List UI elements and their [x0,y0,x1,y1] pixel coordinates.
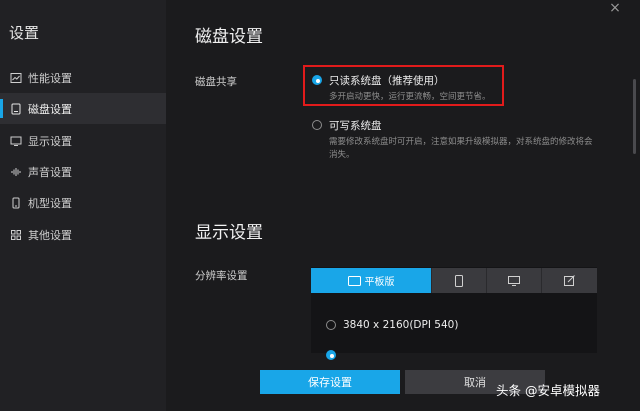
sidebar-item-other[interactable]: 其他设置 [0,219,166,250]
sidebar-item-disk[interactable]: 磁盘设置 [0,93,166,124]
resolution-radio-selected[interactable] [326,350,336,360]
sidebar-item-display[interactable]: 显示设置 [0,125,166,156]
phone-portrait-icon [455,274,463,287]
resolution-label: 分辨率设置 [195,270,248,282]
grid-icon [10,229,22,241]
sound-icon [10,166,22,178]
sidebar-item-label: 磁盘设置 [28,102,72,116]
tab-tablet[interactable]: 平板版 [311,268,432,293]
tab-phone[interactable] [432,268,487,293]
monitor-icon [508,275,520,286]
close-icon[interactable]: × [604,0,626,18]
sidebar-item-label: 机型设置 [28,196,72,210]
disk-icon [10,103,22,115]
resolution-option-label[interactable]: 3840 x 2160(DPI 540) [343,319,458,331]
sidebar-item-device[interactable]: 机型设置 [0,187,166,218]
tab-monitor[interactable] [487,268,542,293]
sidebar-item-performance[interactable]: 性能设置 [0,62,166,93]
disk-share-label: 磁盘共享 [195,76,237,88]
performance-icon [10,72,22,84]
phone-icon [10,197,22,209]
sidebar-item-label: 性能设置 [28,71,72,85]
writable-disk-radio[interactable] [312,120,322,130]
sidebar: 设置 性能设置 磁盘设置 显示设置 声音设置 机型设置 其他设置 [0,0,166,411]
writable-disk-desc-line2: 消失。 [329,150,355,160]
disk-section-title: 磁盘设置 [195,27,263,47]
scrollbar-thumb[interactable] [633,79,636,154]
sidebar-item-label: 其他设置 [28,228,72,242]
sidebar-item-label: 声音设置 [28,165,72,179]
sidebar-title: 设置 [9,24,40,42]
writable-disk-desc-line1: 需要修改系统盘时可开启，注意如果升级模拟器，对系统盘的修改将会 [329,137,593,147]
resolution-radio[interactable] [326,320,336,330]
tab-custom[interactable] [542,268,597,293]
save-button[interactable]: 保存设置 [260,370,400,394]
display-icon [10,135,22,147]
sidebar-item-label: 显示设置 [28,134,72,148]
tab-tablet-label: 平板版 [364,277,395,288]
highlight-box [303,65,504,106]
writable-disk-label[interactable]: 可写系统盘 [329,118,382,133]
scrollbar-track[interactable] [633,0,636,411]
edit-icon [564,275,575,286]
display-section-title: 显示设置 [195,223,263,243]
sidebar-item-sound[interactable]: 声音设置 [0,156,166,187]
tablet-icon [347,275,361,286]
watermark: 头条 @安卓模拟器 [496,383,600,398]
